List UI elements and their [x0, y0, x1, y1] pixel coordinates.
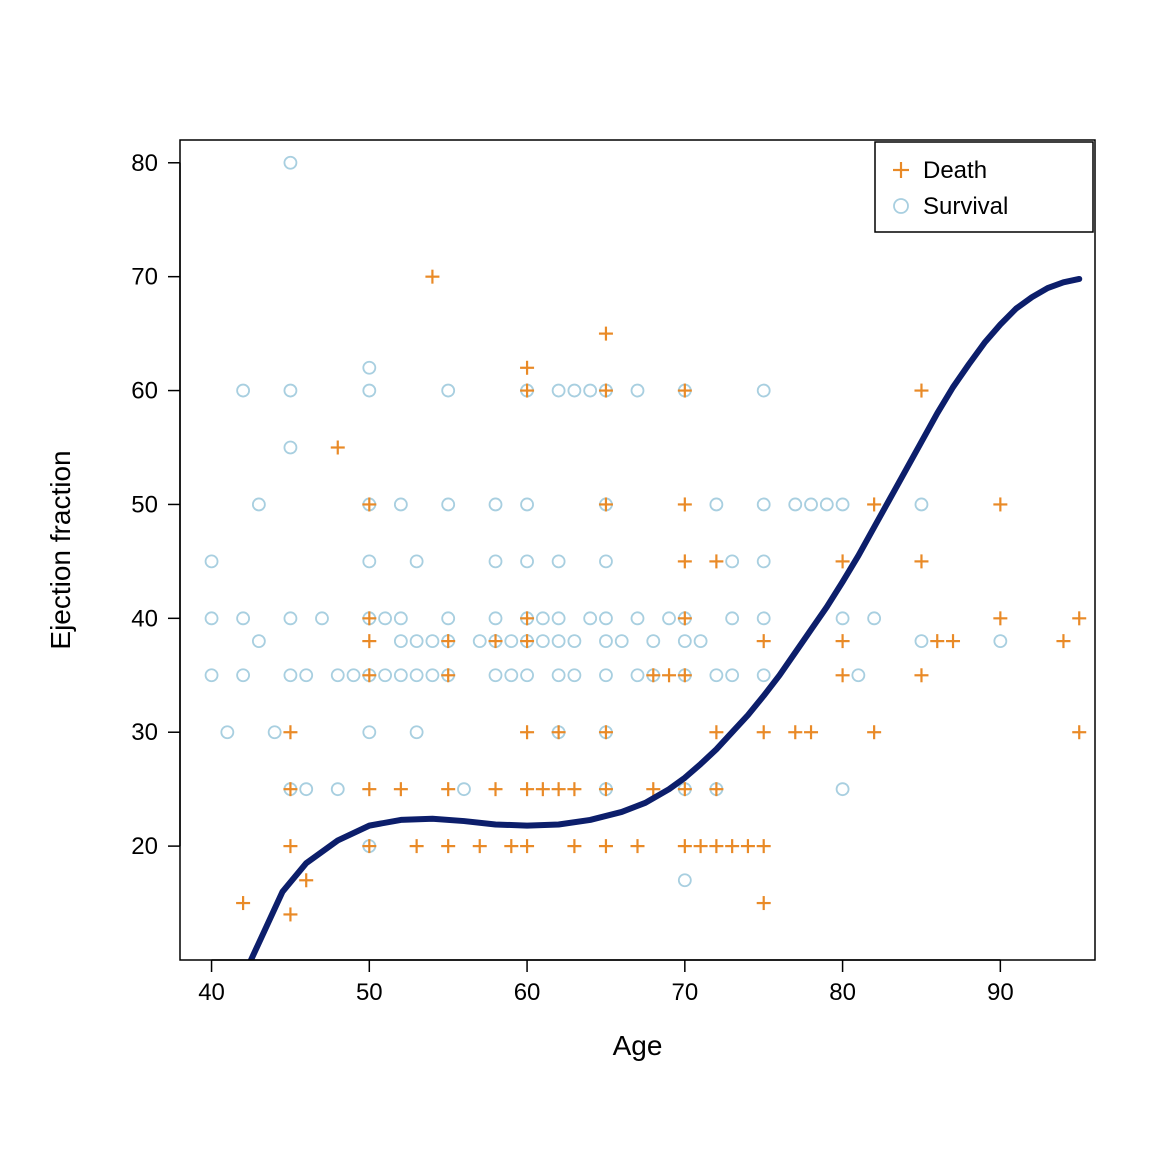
y-tick-label: 80 [131, 150, 158, 177]
chart-container: 40 50 60 70 80 90 20 30 40 50 60 70 80 Death Survival… [0, 0, 1152, 1152]
y-tick-label: 70 [131, 264, 158, 291]
x-tick-label: 80 [829, 979, 856, 1006]
legend-entry-label: Survival [923, 193, 1008, 220]
x-axis-label: Age [613, 1030, 663, 1061]
scatter-chart: 40 50 60 70 80 90 20 30 40 50 60 70 80 Death Survival… [0, 0, 1152, 1152]
x-tick-label: 90 [987, 979, 1014, 1006]
y-tick-label: 20 [131, 833, 158, 860]
y-tick-label: 30 [131, 719, 158, 746]
y-tick-label: 50 [131, 491, 158, 518]
series-survival [206, 157, 1007, 887]
y-axis-label: Ejection fraction [45, 450, 76, 649]
x-tick-label: 70 [671, 979, 698, 1006]
x-tick-label: 40 [198, 979, 225, 1006]
legend-entry-label: Death [923, 157, 987, 184]
x-tick-label: 50 [356, 979, 383, 1006]
x-tick-label: 60 [514, 979, 541, 1006]
y-tick-label: 40 [131, 605, 158, 632]
plot-frame [180, 140, 1095, 960]
y-tick-label: 60 [131, 378, 158, 405]
